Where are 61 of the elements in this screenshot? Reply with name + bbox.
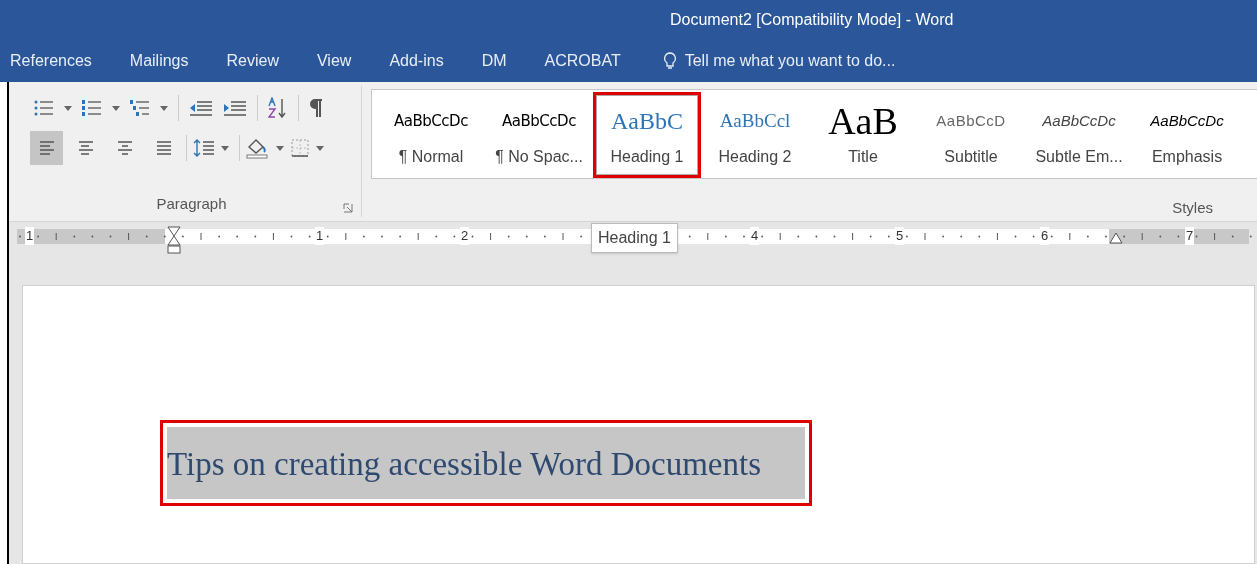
ruler-number: 1 bbox=[315, 227, 325, 245]
paint-bucket-icon[interactable] bbox=[246, 137, 270, 159]
right-indent-marker-icon[interactable] bbox=[1109, 232, 1123, 244]
ruler-number: 2 bbox=[460, 227, 470, 245]
style-preview: AaBbC bbox=[611, 107, 683, 136]
group-label: Paragraph bbox=[156, 193, 227, 214]
style-preview: AaBbCcD bbox=[936, 110, 1006, 131]
style-item[interactable]: AaBbCcDc ¶ Normal bbox=[377, 92, 485, 178]
document-heading: Tips on creating accessible Word Documents bbox=[167, 427, 805, 499]
style-item[interactable]: AaBbCcD Subtitle bbox=[917, 92, 1025, 178]
window-title: Document2 [Compatibility Mode] - Word bbox=[670, 10, 954, 30]
ribbon-tab[interactable]: Add-ins bbox=[389, 49, 444, 73]
caret-icon[interactable] bbox=[112, 105, 120, 111]
style-item[interactable]: AaBbCcDc ¶ No Spac... bbox=[485, 92, 593, 178]
sort-icon[interactable] bbox=[268, 97, 288, 119]
style-preview: AaB bbox=[828, 101, 898, 141]
align-right-icon bbox=[115, 140, 134, 156]
caret-icon[interactable] bbox=[64, 105, 72, 111]
numbered-list-icon[interactable] bbox=[82, 99, 102, 117]
ribbon-tab[interactable]: DM bbox=[481, 49, 507, 73]
style-item[interactable]: AaBbCcDc Emphasis bbox=[1133, 92, 1241, 178]
ruler-number: 6 bbox=[1040, 227, 1050, 245]
dialog-launcher-icon[interactable] bbox=[343, 203, 353, 213]
caret-icon[interactable] bbox=[276, 145, 284, 151]
line-spacing-icon[interactable] bbox=[193, 138, 215, 158]
pilcrow-icon[interactable] bbox=[309, 98, 323, 118]
decrease-indent-icon[interactable] bbox=[189, 99, 213, 117]
tooltip: Heading 1 bbox=[591, 223, 678, 253]
style-item[interactable]: AaBbCcDc Subtle Em... bbox=[1025, 92, 1133, 178]
ruler-number: 7 bbox=[1185, 227, 1195, 245]
ribbon-tab[interactable]: ACROBAT bbox=[544, 49, 621, 73]
caret-icon[interactable] bbox=[160, 105, 168, 111]
multilevel-list-icon[interactable] bbox=[130, 99, 150, 117]
ruler-number: 1 bbox=[25, 227, 35, 245]
style-item[interactable]: AaBbCcl Heading 2 bbox=[701, 92, 809, 178]
ribbon-tab[interactable]: Mailings bbox=[129, 49, 189, 73]
lightbulb-icon bbox=[662, 52, 677, 70]
ruler-number: 5 bbox=[895, 227, 905, 245]
bullet-list-icon[interactable] bbox=[34, 99, 54, 117]
borders-icon[interactable] bbox=[290, 138, 310, 158]
caret-icon[interactable] bbox=[221, 145, 229, 151]
tell-me-field[interactable]: Tell me what you want to do... bbox=[662, 49, 945, 73]
ribbon-tab[interactable]: Review bbox=[226, 49, 279, 73]
style-item[interactable]: AaBbC Heading 1 bbox=[593, 92, 701, 178]
align-justify-icon bbox=[154, 140, 173, 156]
ruler-number: 4 bbox=[750, 227, 760, 245]
align-button[interactable] bbox=[30, 131, 63, 165]
style-preview: AaBbCcDc bbox=[1150, 110, 1224, 131]
group-label: Styles bbox=[1172, 197, 1213, 218]
ribbon-tab[interactable]: References bbox=[10, 49, 92, 73]
style-item[interactable]: AaB Title bbox=[809, 92, 917, 178]
style-preview: AaBbCcl bbox=[719, 108, 791, 133]
style-preview: AaBbCcDc bbox=[502, 110, 576, 132]
increase-indent-icon[interactable] bbox=[223, 99, 247, 117]
caret-icon[interactable] bbox=[316, 145, 324, 151]
align-center-icon bbox=[76, 140, 95, 156]
style-preview: AaBbCcDc bbox=[1042, 110, 1116, 131]
style-preview: AaBbCcDc bbox=[394, 110, 468, 132]
ribbon-tab[interactable]: View bbox=[317, 49, 352, 73]
align-left-icon bbox=[37, 140, 56, 156]
indent-marker-icon[interactable] bbox=[167, 226, 181, 254]
